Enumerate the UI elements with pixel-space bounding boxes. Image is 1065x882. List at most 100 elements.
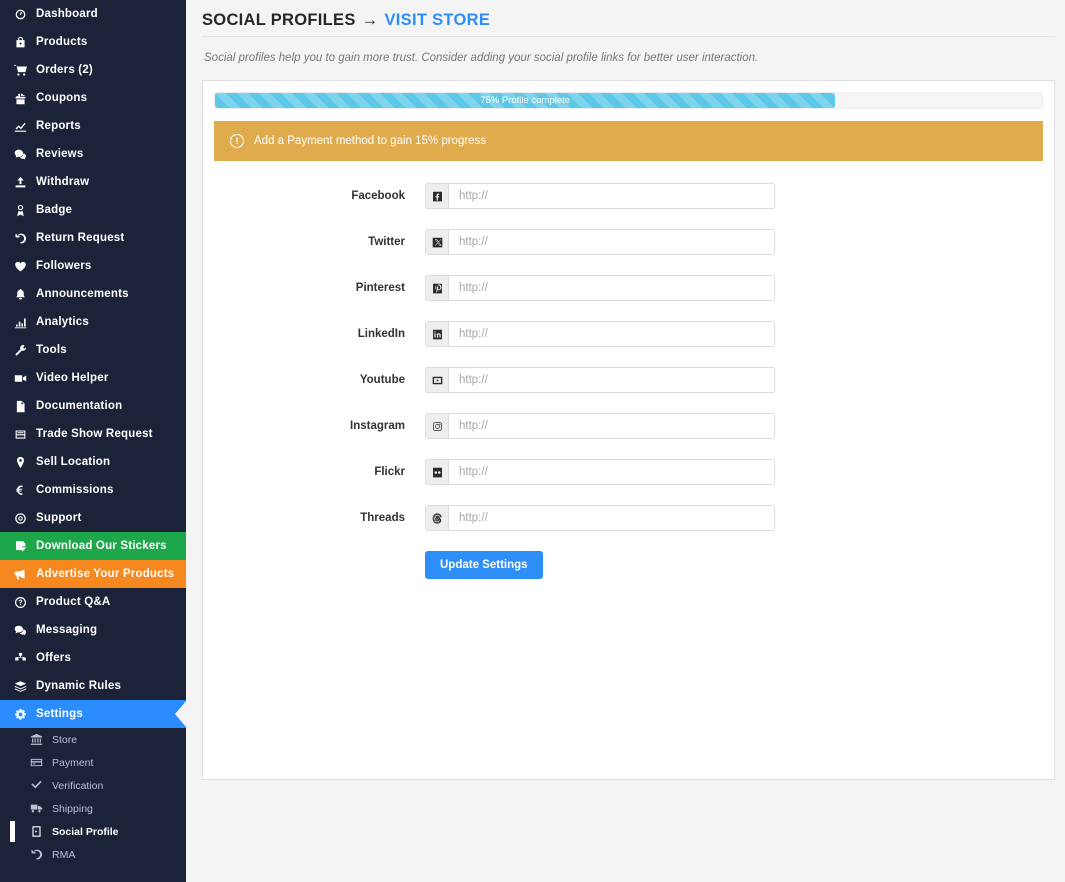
input-group-flickr bbox=[425, 459, 775, 485]
input-flickr[interactable] bbox=[448, 459, 775, 485]
sidebar-item-followers[interactable]: Followers bbox=[0, 252, 186, 280]
sidebar-item-label: Support bbox=[36, 512, 82, 524]
chart-icon bbox=[14, 120, 36, 133]
social-profiles-form: Facebook Twitter Pinterest LinkedIn Youtube I… bbox=[203, 161, 1054, 531]
sidebar-item-return-request[interactable]: Return Request bbox=[0, 224, 186, 252]
sidebar-item-reports[interactable]: Reports bbox=[0, 112, 186, 140]
sidebar-item-video-helper[interactable]: Video Helper bbox=[0, 364, 186, 392]
sidebar-subitem-label: Store bbox=[52, 733, 78, 746]
progress-label: 75% Profile complete bbox=[480, 95, 571, 106]
sidebar-item-label: Reports bbox=[36, 120, 81, 132]
sidebar-subitem-label: Shipping bbox=[52, 802, 93, 815]
sidebar-item-advertise-your-products[interactable]: Advertise Your Products bbox=[0, 560, 186, 588]
label-threads: Threads bbox=[360, 512, 405, 524]
sidebar-subitem-verification[interactable]: Verification bbox=[0, 774, 186, 797]
update-settings-button[interactable]: Update Settings bbox=[425, 551, 543, 579]
sidebar-item-withdraw[interactable]: Withdraw bbox=[0, 168, 186, 196]
input-group-pinterest bbox=[425, 275, 775, 301]
sidebar-subitem-social-profile[interactable]: Social Profile bbox=[0, 820, 186, 843]
sidebar-item-reviews[interactable]: Reviews bbox=[0, 140, 186, 168]
cart-icon bbox=[14, 64, 36, 77]
map-pin-icon bbox=[14, 456, 36, 469]
sidebar-item-documentation[interactable]: Documentation bbox=[0, 392, 186, 420]
sidebar-item-label: Dynamic Rules bbox=[36, 680, 122, 692]
award-icon bbox=[14, 204, 36, 217]
sidebar-subitem-payment[interactable]: Payment bbox=[0, 751, 186, 774]
sidebar-item-download-our-stickers[interactable]: Download Our Stickers bbox=[0, 532, 186, 560]
sidebar-item-product-q-a[interactable]: Product Q&A bbox=[0, 588, 186, 616]
sidebar-item-orders-2[interactable]: Orders (2) bbox=[0, 56, 186, 84]
sidebar-item-analytics[interactable]: Analytics bbox=[0, 308, 186, 336]
document-icon bbox=[14, 400, 36, 413]
sidebar-item-offers[interactable]: Offers bbox=[0, 644, 186, 672]
comments-icon bbox=[14, 148, 36, 161]
share-icon bbox=[30, 825, 52, 838]
sidebar-item-support[interactable]: Support bbox=[0, 504, 186, 532]
content-panel: 75% Profile complete ! Add a Payment met… bbox=[202, 80, 1055, 780]
submit-row: Update Settings bbox=[203, 551, 1054, 579]
label-linkedin: LinkedIn bbox=[357, 328, 405, 340]
sidebar-subitem-label: Social Profile bbox=[52, 825, 119, 838]
sidebar-item-label: Trade Show Request bbox=[36, 428, 153, 440]
sidebar-subitem-rma[interactable]: RMA bbox=[0, 843, 186, 866]
sidebar-item-messaging[interactable]: Messaging bbox=[0, 616, 186, 644]
sidebar-item-label: Products bbox=[36, 36, 88, 48]
bag-icon bbox=[14, 36, 36, 49]
sidebar-subitem-store[interactable]: Store bbox=[0, 728, 186, 751]
sidebar-item-label: Analytics bbox=[36, 316, 89, 328]
form-row-twitter: Twitter bbox=[203, 229, 1054, 255]
analytics-icon bbox=[14, 316, 36, 329]
sidebar-item-dashboard[interactable]: Dashboard bbox=[0, 0, 186, 28]
sidebar-item-commissions[interactable]: Commissions bbox=[0, 476, 186, 504]
wrench-icon bbox=[14, 344, 36, 357]
threads-icon bbox=[425, 505, 448, 531]
chat-icon bbox=[14, 624, 36, 637]
inbox-icon bbox=[14, 428, 36, 441]
sidebar-item-label: Badge bbox=[36, 204, 73, 216]
sidebar-subitem-shipping[interactable]: Shipping bbox=[0, 797, 186, 820]
form-row-instagram: Instagram bbox=[203, 413, 1054, 439]
layers-icon bbox=[14, 680, 36, 693]
gear-icon bbox=[14, 708, 36, 721]
sidebar-item-settings[interactable]: Settings bbox=[0, 700, 186, 728]
sidebar-item-label: Dashboard bbox=[36, 8, 98, 20]
sidebar-nav-list: Dashboard Products Orders (2) Coupons Report… bbox=[0, 0, 186, 728]
sidebar-item-sell-location[interactable]: Sell Location bbox=[0, 448, 186, 476]
input-facebook[interactable] bbox=[448, 183, 775, 209]
input-group-threads bbox=[425, 505, 775, 531]
bank-icon bbox=[30, 733, 52, 746]
input-linkedin[interactable] bbox=[448, 321, 775, 347]
label-twitter: Twitter bbox=[368, 236, 405, 248]
truck-icon bbox=[30, 802, 52, 815]
add-payment-method-link[interactable]: Add a Payment method bbox=[254, 135, 374, 147]
visit-store-link[interactable]: VISIT STORE bbox=[384, 11, 490, 30]
input-pinterest[interactable] bbox=[448, 275, 775, 301]
form-row-pinterest: Pinterest bbox=[203, 275, 1054, 301]
notice-rest-text: to gain 15% progress bbox=[374, 135, 487, 147]
sidebar-item-tools[interactable]: Tools bbox=[0, 336, 186, 364]
question-icon bbox=[14, 596, 36, 609]
sticker-icon bbox=[14, 540, 36, 553]
upload-icon bbox=[14, 176, 36, 189]
sidebar-item-label: Video Helper bbox=[36, 372, 109, 384]
input-group-twitter bbox=[425, 229, 775, 255]
offers-icon bbox=[14, 652, 36, 665]
sidebar-item-badge[interactable]: Badge bbox=[0, 196, 186, 224]
input-twitter[interactable] bbox=[448, 229, 775, 255]
sidebar-item-dynamic-rules[interactable]: Dynamic Rules bbox=[0, 672, 186, 700]
instagram-icon bbox=[425, 413, 448, 439]
page-title-text: SOCIAL PROFILES bbox=[202, 10, 356, 29]
input-threads[interactable] bbox=[448, 505, 775, 531]
sidebar-item-announcements[interactable]: Announcements bbox=[0, 280, 186, 308]
form-row-flickr: Flickr bbox=[203, 459, 1054, 485]
sidebar-item-trade-show-request[interactable]: Trade Show Request bbox=[0, 420, 186, 448]
input-youtube[interactable] bbox=[448, 367, 775, 393]
bell-icon bbox=[14, 288, 36, 301]
sidebar-item-products[interactable]: Products bbox=[0, 28, 186, 56]
input-group-instagram bbox=[425, 413, 775, 439]
euro-icon bbox=[14, 484, 36, 497]
page-subtitle: Social profiles help you to gain more tr… bbox=[204, 52, 759, 64]
input-instagram[interactable] bbox=[448, 413, 775, 439]
sidebar-item-coupons[interactable]: Coupons bbox=[0, 84, 186, 112]
input-group-linkedin bbox=[425, 321, 775, 347]
